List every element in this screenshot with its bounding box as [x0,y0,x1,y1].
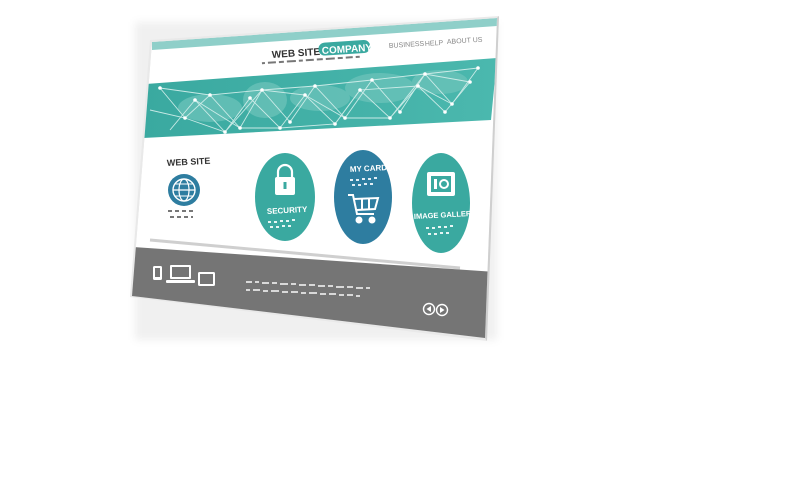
website-mockup: WEB SITE COMPANY BUSINESS HELP ABOUT US [130,16,499,341]
phone-icon [153,266,162,280]
feature-my-card[interactable]: MY CARD [334,150,392,244]
tablet-icon [198,272,215,286]
globe-icon [168,174,200,206]
website-mockup-scene: WEB SITE COMPANY BUSINESS HELP ABOUT US [0,0,800,500]
feature-security[interactable]: SECURITY [255,153,315,241]
nav-help[interactable]: HELP [425,40,444,48]
laptop-icon [166,265,195,283]
photo-frame-icon [427,172,455,196]
